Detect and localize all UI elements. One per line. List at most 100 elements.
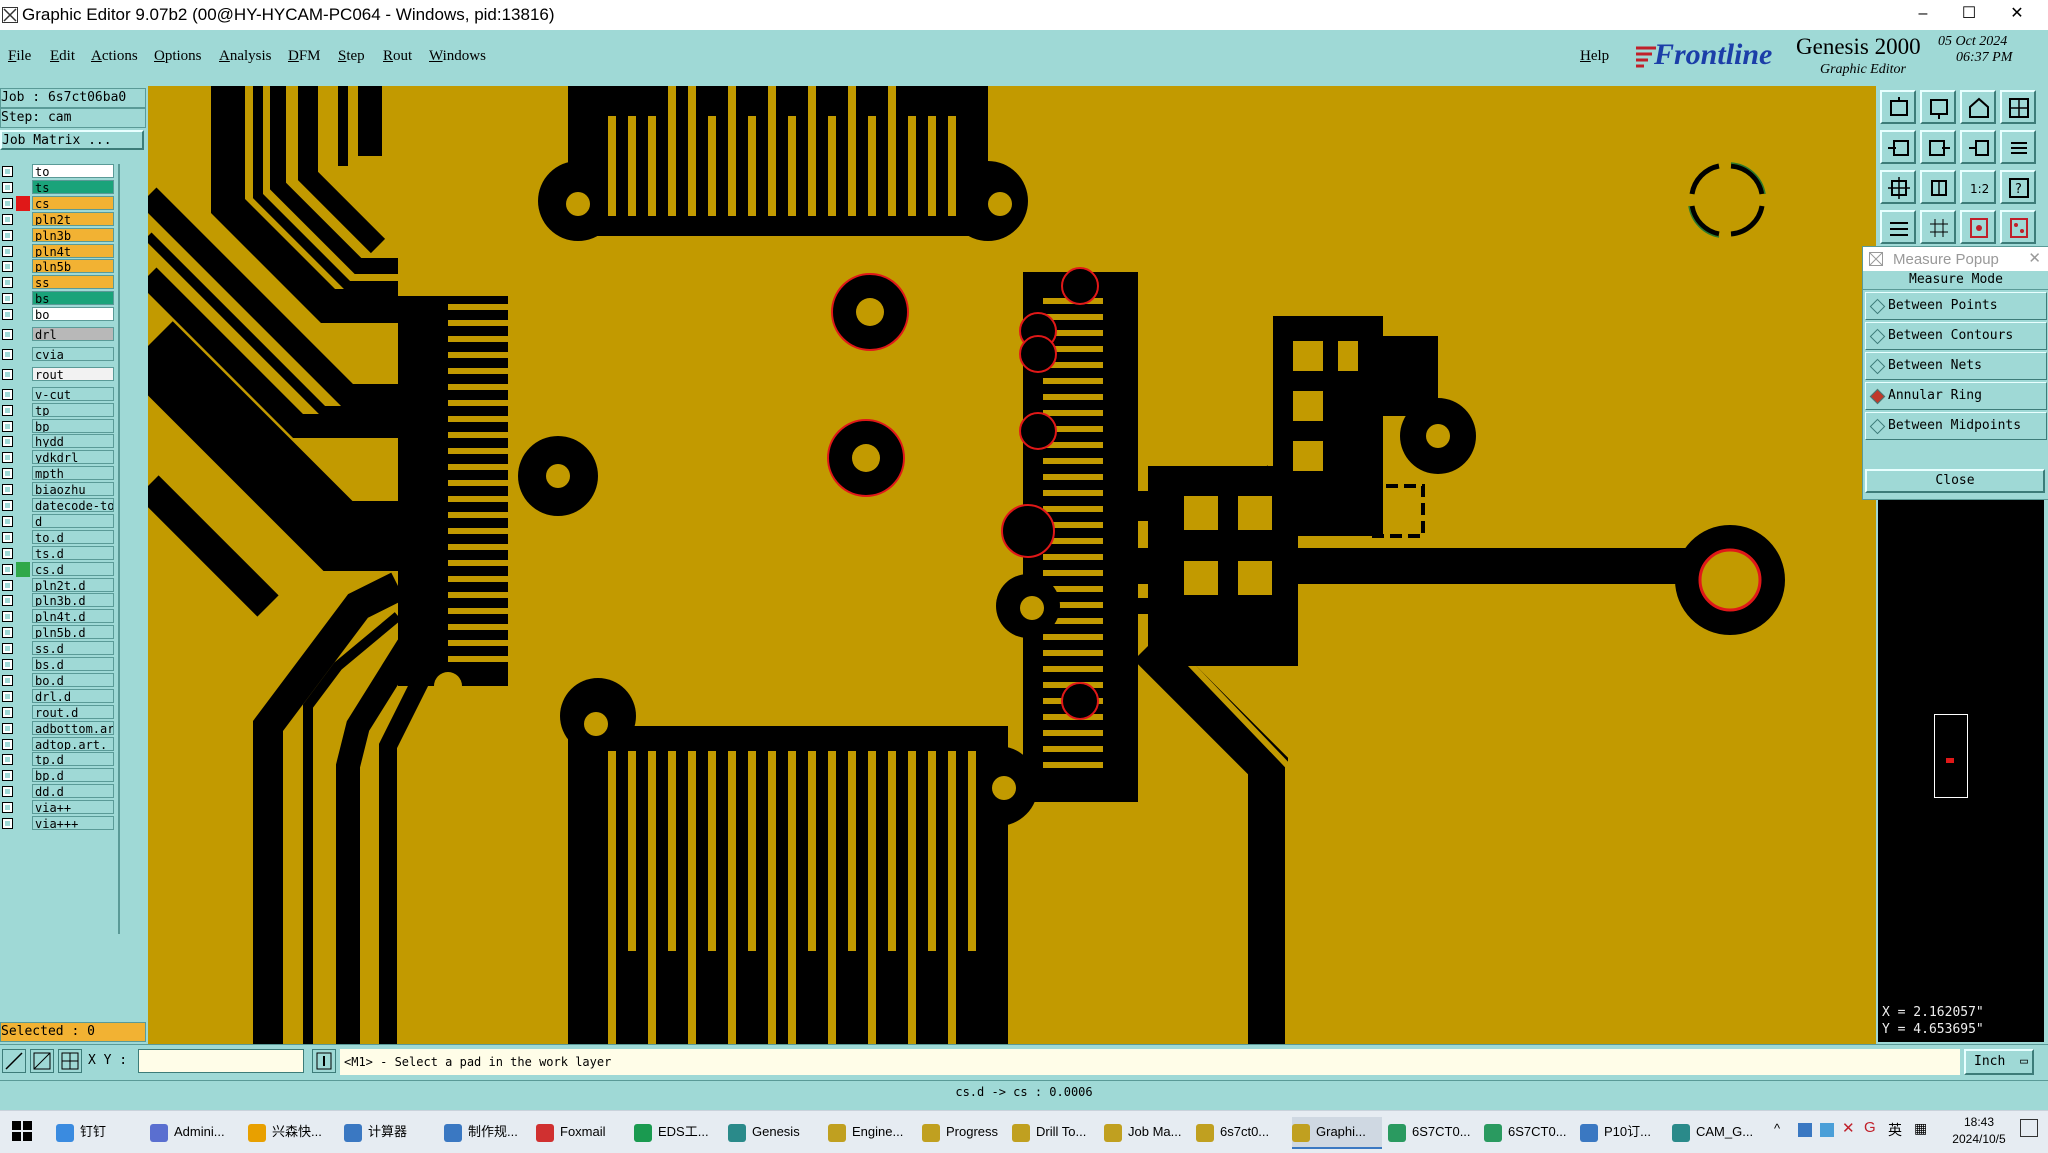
layer-color-swatch[interactable] (16, 625, 30, 641)
layer-color-swatch[interactable] (16, 704, 30, 720)
layer-name[interactable]: pln5b (32, 259, 114, 274)
option-annular-ring[interactable]: Annular Ring (1865, 382, 2047, 410)
taskbar-item[interactable]: 钉钉 (56, 1117, 146, 1147)
layer-color-swatch[interactable] (16, 466, 30, 482)
layer-color-swatch[interactable] (16, 816, 30, 831)
job-matrix-button[interactable]: Job Matrix ... (0, 130, 144, 150)
layer-row-v-cut[interactable]: v-cut (0, 386, 118, 402)
layer-color-swatch[interactable] (16, 179, 30, 195)
minimize-button[interactable]: – (1900, 0, 1946, 30)
layer-checkbox[interactable] (2, 388, 13, 400)
layer-name[interactable]: pln2t (32, 211, 114, 226)
layer-row-bp[interactable]: bp (0, 418, 118, 434)
layer-checkbox[interactable] (2, 643, 13, 655)
menu-edit[interactable]: Edit (50, 48, 75, 65)
start-icon[interactable] (12, 1121, 32, 1141)
zoom-home-icon[interactable] (1880, 90, 1916, 124)
layer-color-swatch[interactable] (16, 561, 30, 577)
tray-security-icon[interactable]: ✕ (1842, 1119, 1855, 1137)
layer-checkbox[interactable] (2, 197, 13, 209)
layer-checkbox[interactable] (2, 690, 13, 702)
overview-map[interactable] (1878, 684, 2044, 812)
layer-name[interactable]: ts (32, 179, 114, 194)
menu-rout[interactable]: Rout (383, 48, 412, 65)
layer-row-mpth[interactable]: mpth (0, 466, 118, 482)
close-window-button[interactable]: ✕ (1994, 0, 2040, 30)
layer-color-swatch[interactable] (16, 402, 30, 418)
pcb-artwork[interactable] (148, 86, 1876, 1044)
grid-tool-icon[interactable] (58, 1049, 82, 1073)
layer-row-to-d[interactable]: to.d (0, 529, 118, 545)
layer-row-bo[interactable]: bo (0, 307, 118, 323)
snap-icon[interactable] (1880, 210, 1916, 244)
measure-tool-icon[interactable] (30, 1049, 54, 1073)
layer-color-swatch[interactable] (16, 657, 30, 672)
layer-name[interactable]: ts.d (32, 545, 114, 560)
layer-color-swatch[interactable] (16, 450, 30, 466)
layer-checkbox[interactable] (2, 348, 13, 360)
layer-name[interactable]: drl.d (32, 688, 114, 703)
layer-color-swatch[interactable] (16, 513, 30, 529)
layer-name[interactable]: bp.d (32, 768, 114, 783)
layer-row-d[interactable]: d (0, 513, 118, 529)
layer-name[interactable]: to.d (32, 529, 114, 544)
layer-row-ss-d[interactable]: ss.d (0, 641, 118, 657)
layer-checkbox[interactable] (2, 547, 13, 559)
layer-row-cvia[interactable]: cvia (0, 346, 118, 362)
layer-color-swatch[interactable] (16, 498, 30, 513)
scale-icon[interactable]: 1:2 (1960, 170, 1996, 204)
measure-close-button[interactable]: Close (1865, 469, 2045, 493)
layer-name[interactable]: bs (32, 291, 114, 306)
menu-step[interactable]: Step (338, 48, 365, 65)
layer-checkbox[interactable] (2, 293, 13, 305)
components-icon[interactable] (2000, 210, 2036, 244)
layer-color-swatch[interactable] (16, 529, 30, 545)
layer-name[interactable]: rout.d (32, 704, 114, 719)
layer-color-swatch[interactable] (16, 327, 30, 342)
layer-color-swatch[interactable] (16, 641, 30, 657)
layer-row-datecode-to[interactable]: datecode-to (0, 498, 118, 513)
layer-name[interactable]: bo (32, 307, 114, 322)
taskbar-item[interactable]: 6s7ct0... (1196, 1117, 1286, 1147)
tray-network-icon[interactable] (1820, 1123, 1834, 1137)
layer-checkbox[interactable] (2, 722, 13, 734)
menu-file[interactable]: File (8, 48, 31, 65)
layer-color-swatch[interactable] (16, 593, 30, 609)
layer-row-pln4t-d[interactable]: pln4t.d (0, 609, 118, 625)
layer-row-via[interactable]: via+++ (0, 816, 118, 831)
layer-color-swatch[interactable] (16, 736, 30, 752)
layer-color-swatch[interactable] (16, 366, 30, 382)
layer-color-swatch[interactable] (16, 211, 30, 227)
layer-checkbox[interactable] (2, 309, 13, 321)
layer-row-drl[interactable]: drl (0, 327, 118, 342)
layer-row-cs[interactable]: cs (0, 195, 118, 211)
layer-name[interactable]: mpth (32, 466, 114, 481)
layer-checkbox[interactable] (2, 213, 13, 225)
layer-checkbox[interactable] (2, 436, 13, 448)
taskbar-item[interactable]: Admini... (150, 1117, 240, 1147)
taskbar-item[interactable]: Graphi... (1292, 1117, 1382, 1149)
home-icon[interactable] (1960, 90, 1996, 124)
layer-name[interactable]: tp.d (32, 752, 114, 767)
layer-checkbox[interactable] (2, 706, 13, 718)
layer-name[interactable]: d (32, 513, 114, 528)
taskbar-item[interactable]: 计算器 (344, 1117, 434, 1147)
layer-name[interactable]: ss.d (32, 641, 114, 656)
layer-name[interactable]: cvia (32, 346, 114, 361)
layer-checkbox[interactable] (2, 277, 13, 289)
fit-icon[interactable] (1960, 130, 1996, 164)
menu-help[interactable]: Help (1580, 48, 1609, 65)
layer-name[interactable]: to (32, 164, 114, 178)
layer-row-via[interactable]: via++ (0, 800, 118, 816)
layer-grid-icon[interactable] (1920, 210, 1956, 244)
layer-color-swatch[interactable] (16, 418, 30, 434)
menu-options[interactable]: Options (154, 48, 202, 65)
units-select[interactable]: Inch ▭ (1964, 1049, 2034, 1075)
taskbar-item[interactable]: 制作规... (444, 1117, 534, 1147)
layer-color-swatch[interactable] (16, 386, 30, 402)
zoom-in-icon[interactable] (1880, 170, 1916, 204)
layer-row-bo-d[interactable]: bo.d (0, 672, 118, 688)
tray-chevron-icon[interactable]: ^ (1774, 1121, 1780, 1136)
xy-input[interactable] (138, 1049, 304, 1073)
layer-name[interactable]: pln3b (32, 227, 114, 242)
